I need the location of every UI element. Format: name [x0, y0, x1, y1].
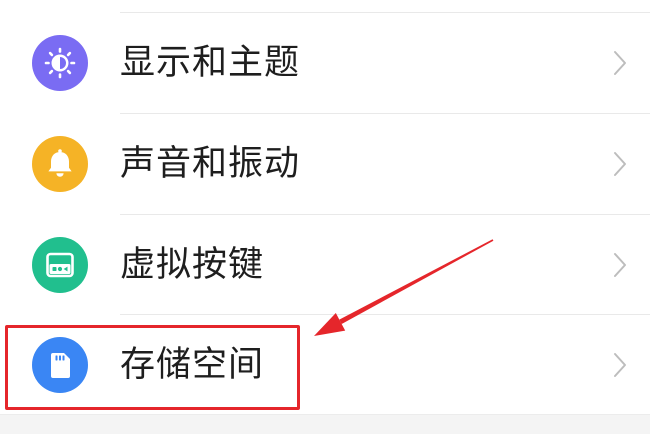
chevron-right-icon [614, 253, 626, 277]
virtual-keys-icon [46, 252, 74, 278]
bell-icon [48, 149, 72, 177]
virtual-keys-icon-badge [32, 237, 88, 293]
settings-row-label: 存储空间 [120, 345, 265, 385]
chevron-right-icon [614, 51, 626, 75]
settings-row-sound-vibration[interactable]: 声音和振动 [0, 114, 650, 214]
settings-row-label: 显示和主题 [120, 43, 301, 83]
chevron-right-icon [614, 152, 626, 176]
storage-icon-badge [32, 337, 88, 393]
sd-card-icon [51, 353, 70, 378]
sound-vibration-icon-badge [32, 136, 88, 192]
settings-row-label: 虚拟按键 [120, 245, 265, 285]
list-bottom-background [0, 414, 650, 434]
settings-row-storage[interactable]: 存储空间 [0, 315, 650, 415]
chevron-right-icon [614, 353, 626, 377]
settings-row-label: 声音和振动 [120, 144, 301, 184]
settings-row-virtual-keys[interactable]: 虚拟按键 [0, 215, 650, 315]
display-theme-icon-badge [32, 35, 88, 91]
settings-row-display-theme[interactable]: 显示和主题 [0, 13, 650, 113]
brightness-icon [44, 47, 76, 79]
